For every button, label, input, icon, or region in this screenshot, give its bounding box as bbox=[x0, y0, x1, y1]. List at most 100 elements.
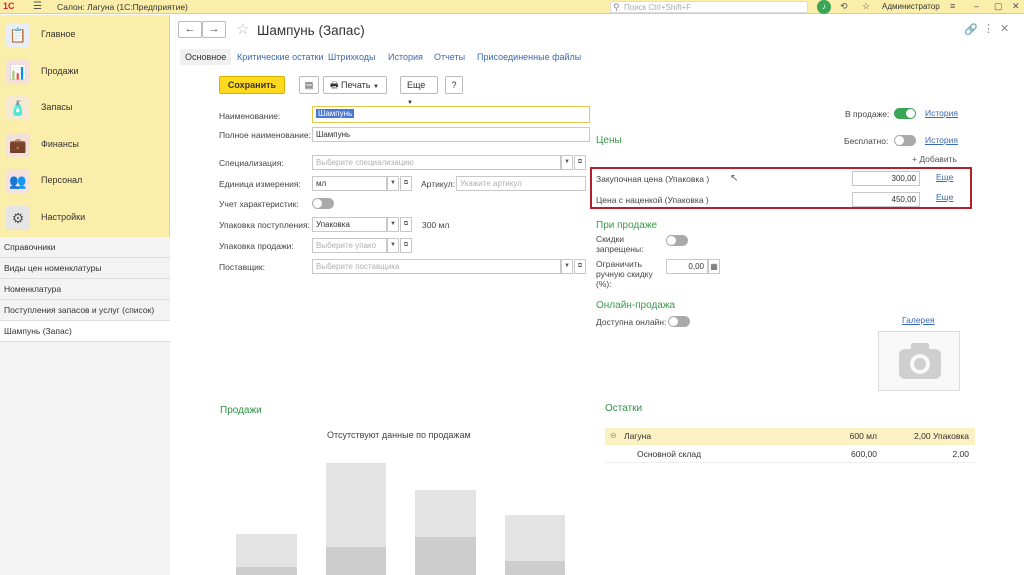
markup-more-link[interactable]: Еще bbox=[936, 192, 953, 202]
section-label: Продажи bbox=[41, 66, 79, 76]
nav-item-nomenclature[interactable]: Номенклатура bbox=[0, 279, 170, 300]
back-button[interactable]: ← bbox=[178, 21, 202, 38]
add-price-link[interactable]: + Добавить bbox=[912, 154, 957, 164]
tab-history[interactable]: История bbox=[388, 52, 423, 62]
unit-field[interactable]: мл bbox=[312, 176, 387, 191]
chevron-down-icon[interactable]: ▼ bbox=[561, 155, 573, 170]
name-value: Шампунь bbox=[316, 109, 355, 118]
history-link[interactable]: История bbox=[925, 108, 958, 118]
pack-sale-field[interactable]: Выберите упако bbox=[312, 238, 387, 253]
history-link-2[interactable]: История bbox=[925, 135, 958, 145]
calculator-icon[interactable]: ▦ bbox=[708, 259, 720, 274]
minimize-icon[interactable]: – bbox=[974, 1, 979, 11]
favorites-icon[interactable]: ☆ bbox=[862, 1, 870, 12]
stock-pack: 2,00 bbox=[952, 449, 969, 459]
chart-placeholder-bar bbox=[415, 490, 476, 575]
more-icon[interactable]: ⋮ bbox=[983, 22, 994, 35]
maximize-icon[interactable]: ▢ bbox=[994, 1, 1003, 12]
close-form-icon[interactable]: ✕ bbox=[1000, 22, 1009, 35]
tab-barcodes[interactable]: Штрихкоды bbox=[328, 52, 375, 62]
stock-heading: Остатки bbox=[605, 403, 643, 414]
purchase-price-field[interactable]: 300,00 bbox=[852, 171, 920, 186]
collapse-icon[interactable]: ⊖ bbox=[610, 431, 617, 440]
gallery-link[interactable]: Галерея bbox=[902, 315, 935, 325]
nav-item-references[interactable]: Справочники bbox=[0, 237, 170, 258]
section-main[interactable]: 📋 Главное bbox=[0, 17, 170, 53]
section-staff[interactable]: 👥 Персонал bbox=[0, 163, 170, 199]
more-label: Еще bbox=[407, 80, 426, 90]
chars-toggle[interactable] bbox=[312, 198, 334, 209]
chevron-down-icon[interactable]: ▼ bbox=[387, 217, 399, 232]
product-image-placeholder[interactable] bbox=[878, 331, 960, 391]
main-form: ← → ☆ Шампунь (Запас) 🔗 ⋮ ✕ Основное Кри… bbox=[171, 15, 1024, 575]
chart-placeholder-bar bbox=[236, 534, 297, 575]
save-button[interactable]: Сохранить bbox=[219, 76, 285, 94]
stock-pack: 2,00 Упаковка bbox=[914, 431, 969, 441]
tab-critical-stock[interactable]: Критические остатки bbox=[237, 52, 324, 62]
name-field[interactable]: Шампунь bbox=[312, 106, 590, 123]
table-row[interactable]: Основной склад 600,00 2,00 bbox=[605, 446, 975, 463]
open-icon[interactable]: ⧉ bbox=[574, 259, 586, 274]
nav-item-price-types[interactable]: Виды цен номенклатуры bbox=[0, 258, 170, 279]
nav-item-current-doc[interactable]: Шампунь (Запас) bbox=[0, 321, 170, 342]
supplier-field[interactable]: Выберите поставщика bbox=[312, 259, 561, 274]
close-icon[interactable]: ✕ bbox=[1012, 1, 1020, 12]
section-finance[interactable]: 💼 Финансы bbox=[0, 127, 170, 163]
discounts-toggle[interactable] bbox=[666, 235, 688, 246]
stock-qty: 600 мл bbox=[849, 431, 877, 441]
nav-item-receipts[interactable]: Поступления запасов и услуг (список) bbox=[0, 300, 170, 321]
fullname-field[interactable]: Шампунь bbox=[312, 127, 590, 142]
staff-icon: 👥 bbox=[6, 169, 30, 193]
tab-main[interactable]: Основное bbox=[180, 49, 232, 65]
notifications-icon[interactable]: ♪ bbox=[817, 0, 831, 14]
free-toggle[interactable] bbox=[894, 135, 916, 146]
table-row[interactable]: ⊖ Лагуна 600 мл 2,00 Упаковка bbox=[605, 428, 975, 445]
gear-icon: ⚙ bbox=[6, 206, 30, 230]
print-label: Печать bbox=[341, 80, 371, 90]
forward-button[interactable]: → bbox=[202, 21, 226, 38]
pack-in-field[interactable]: Упаковка bbox=[312, 217, 387, 232]
pack-in-label: Упаковка поступления: bbox=[219, 220, 310, 230]
chevron-down-icon[interactable]: ▼ bbox=[387, 176, 399, 191]
section-settings[interactable]: ⚙ Настройки bbox=[0, 200, 170, 236]
search-placeholder: Поиск Ctrl+Shift+F bbox=[624, 3, 692, 12]
sales-empty-text: Отсутствуют данные по продажам bbox=[327, 430, 471, 440]
chars-label: Учет характеристик: bbox=[219, 199, 299, 209]
print-button[interactable]: 🖶 Печать ▼ bbox=[323, 76, 387, 94]
open-icon[interactable]: ⧉ bbox=[574, 155, 586, 170]
free-label: Бесплатно: bbox=[844, 136, 889, 146]
chevron-down-icon[interactable]: ▼ bbox=[561, 259, 573, 274]
document-icon[interactable]: ▤ bbox=[299, 76, 319, 94]
sales-heading: Продажи bbox=[220, 405, 262, 416]
page-title: Шампунь (Запас) bbox=[257, 23, 365, 38]
printer-icon: 🖶 bbox=[330, 80, 341, 90]
menu-icon[interactable]: ☰ bbox=[33, 1, 42, 12]
link-icon[interactable]: 🔗 bbox=[964, 23, 978, 36]
tab-attached-files[interactable]: Присоединенные файлы bbox=[477, 52, 581, 62]
tab-reports[interactable]: Отчеты bbox=[434, 52, 465, 62]
sidebar: 📋 Главное 📊 Продажи 🧴 Запасы 💼 Финансы 👥… bbox=[0, 15, 170, 575]
online-label: Доступна онлайн: bbox=[596, 317, 667, 327]
favorite-star-icon[interactable]: ☆ bbox=[236, 20, 249, 38]
purchase-more-link[interactable]: Еще bbox=[936, 172, 953, 182]
on-sale-toggle[interactable] bbox=[894, 108, 916, 119]
history-icon[interactable]: ⟲ bbox=[840, 1, 848, 12]
section-sales[interactable]: 📊 Продажи bbox=[0, 54, 170, 90]
help-button[interactable]: ? bbox=[445, 76, 463, 94]
more-button[interactable]: Еще ▼ bbox=[400, 76, 438, 106]
sales-chart-icon: 📊 bbox=[6, 60, 30, 84]
global-search-input[interactable]: ⚲ Поиск Ctrl+Shift+F bbox=[610, 1, 808, 13]
settings-icon[interactable]: ≡ bbox=[950, 1, 955, 11]
chevron-down-icon[interactable]: ▼ bbox=[387, 238, 399, 253]
open-icon[interactable]: ⧉ bbox=[400, 238, 412, 253]
section-stock[interactable]: 🧴 Запасы bbox=[0, 90, 170, 126]
article-field[interactable]: Укажите артикул bbox=[456, 176, 586, 191]
markup-price-field[interactable]: 450,00 bbox=[852, 192, 920, 207]
discounts-label: Скидки запрещены: bbox=[596, 234, 644, 254]
user-name[interactable]: Администратор bbox=[882, 2, 940, 11]
limit-discount-field[interactable]: 0,00 bbox=[666, 259, 708, 274]
online-toggle[interactable] bbox=[668, 316, 690, 327]
open-icon[interactable]: ⧉ bbox=[400, 217, 412, 232]
spec-field[interactable]: Выберите специализацию bbox=[312, 155, 561, 170]
open-icon[interactable]: ⧉ bbox=[400, 176, 412, 191]
